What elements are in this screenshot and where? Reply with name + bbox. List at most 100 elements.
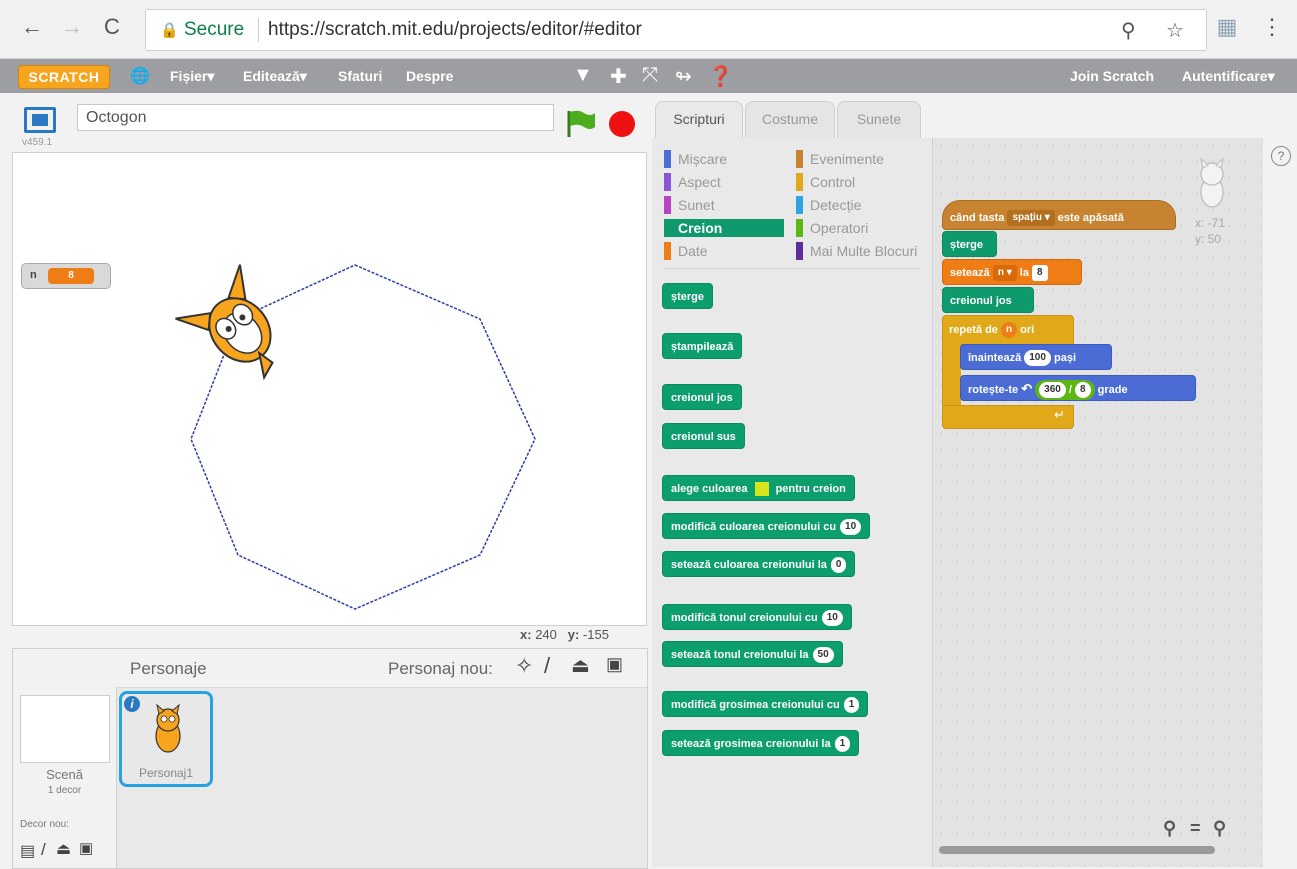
- move-pre-label: înaintează: [968, 352, 1022, 364]
- grow-icon[interactable]: ⤧: [642, 64, 658, 87]
- camera-sprite-icon[interactable]: ▣: [606, 654, 623, 675]
- paint-sprite-icon[interactable]: /: [544, 653, 550, 679]
- backdrop-brush-icon[interactable]: /: [41, 840, 46, 860]
- set-var-dropdown[interactable]: n ▾: [992, 265, 1017, 282]
- menu-file[interactable]: Fișier▾: [170, 68, 214, 85]
- stop-button[interactable]: [609, 111, 635, 137]
- mouse-coordinates: x: 240 y: -155: [520, 627, 609, 642]
- repeat-var-reporter[interactable]: n: [1000, 322, 1018, 339]
- menu-about[interactable]: Despre: [406, 68, 453, 84]
- menu-kebab-icon[interactable]: ⋮: [1258, 14, 1286, 40]
- scene-backdrop-count: 1 decor: [47, 785, 82, 796]
- help-question-icon[interactable]: ?: [1271, 146, 1291, 166]
- script-move-block[interactable]: înaintează 100 pași: [960, 344, 1112, 370]
- category-sound[interactable]: Sunet: [664, 196, 715, 214]
- script-pen-down-block[interactable]: creionul jos: [942, 287, 1034, 313]
- tab-costumes[interactable]: Costume: [745, 101, 835, 138]
- category-data[interactable]: Date: [664, 242, 708, 260]
- pen-block-pen-down[interactable]: creionul jos: [662, 384, 742, 410]
- pen-block-set-color[interactable]: alege culoarea pentru creion: [662, 475, 855, 501]
- pen-block-change-size[interactable]: modifică grosimea creionului cu 1: [662, 691, 869, 717]
- category-looks[interactable]: Aspect: [664, 173, 721, 191]
- menu-tips[interactable]: Sfaturi: [338, 68, 382, 84]
- hat-post-label: este apăsată: [1057, 212, 1124, 224]
- stage-thumbnail[interactable]: [20, 695, 110, 763]
- backdrop-paint-icon[interactable]: ▤: [20, 841, 35, 861]
- duplicate-stamp-icon[interactable]: ▼: [573, 64, 593, 87]
- join-scratch-link[interactable]: Join Scratch: [1070, 68, 1154, 84]
- address-bar[interactable]: 🔒 Secure https://scratch.mit.edu/project…: [145, 9, 1207, 51]
- backdrop-camera-icon[interactable]: ▣: [79, 839, 93, 857]
- set-var-input[interactable]: 8: [1032, 265, 1048, 282]
- hat-key-dropdown[interactable]: spațiu ▾: [1007, 210, 1055, 227]
- category-operators-label: Operatori: [810, 220, 869, 236]
- upload-sprite-icon[interactable]: ⏏: [571, 653, 590, 678]
- category-events[interactable]: Evenimente: [796, 150, 884, 168]
- set-size-input[interactable]: 1: [834, 736, 851, 753]
- tab-scripts[interactable]: Scripturi: [655, 101, 743, 138]
- reload-button[interactable]: C: [98, 14, 126, 40]
- presentation-mode-icon[interactable]: [24, 107, 56, 133]
- horizontal-scrollbar[interactable]: [939, 846, 1215, 854]
- green-flag-icon[interactable]: [564, 107, 598, 139]
- url-text[interactable]: https://scratch.mit.edu/projects/editor/…: [268, 19, 642, 41]
- set-shade-input[interactable]: 50: [812, 647, 834, 664]
- cut-icon[interactable]: ✚: [610, 64, 627, 89]
- script-clear-block[interactable]: șterge: [942, 231, 997, 257]
- script-repeat-block[interactable]: repetă de n ori ↵: [942, 315, 1074, 429]
- pen-block-change-color[interactable]: modifică culoarea creionului cu 10: [662, 513, 871, 539]
- help-icon[interactable]: ❓: [708, 64, 733, 89]
- category-pen[interactable]: Creion: [664, 219, 784, 237]
- script-set-var-block[interactable]: setează n ▾ la 8: [942, 259, 1082, 285]
- pen-block-change-shade[interactable]: modifică tonul creionului cu 10: [662, 604, 852, 630]
- backdrop-upload-icon[interactable]: ⏏: [56, 839, 71, 859]
- script-hat-when-key[interactable]: când tasta spațiu ▾ este apăsată: [942, 200, 1176, 230]
- pen-block-stamp[interactable]: ștampilează: [662, 333, 743, 359]
- login-link[interactable]: Autentificare▾: [1182, 68, 1275, 85]
- divide-left-input[interactable]: 360: [1039, 382, 1066, 399]
- shrink-icon[interactable]: ↬: [675, 64, 692, 89]
- menu-edit[interactable]: Editează▾: [243, 68, 307, 85]
- zoom-icon[interactable]: ⚲: [1121, 18, 1136, 43]
- pen-block-clear[interactable]: șterge: [662, 283, 714, 309]
- zoom-reset-icon[interactable]: =: [1190, 818, 1201, 839]
- category-motion[interactable]: Mișcare: [664, 150, 727, 168]
- tab-sounds[interactable]: Sunete: [837, 101, 921, 138]
- zoom-out-icon[interactable]: ⚲: [1163, 818, 1176, 839]
- info-icon[interactable]: i: [124, 696, 140, 712]
- pen-block-set-size[interactable]: setează grosimea creionului la 1: [662, 730, 860, 756]
- pen-block-pen-up[interactable]: creionul sus: [662, 423, 745, 449]
- script-turn-block[interactable]: rotește-te ↶ 360 / 8 grade: [960, 375, 1196, 401]
- sprite-library-icon[interactable]: ✧: [515, 653, 533, 679]
- category-motion-label: Mișcare: [678, 151, 728, 167]
- scripts-area[interactable]: x: -71 y: 50 când tasta spațiu ▾ este ap…: [933, 138, 1263, 867]
- move-steps-input[interactable]: 100: [1024, 350, 1051, 367]
- project-title-input[interactable]: Octogon: [77, 104, 554, 131]
- pen-block-set-color-to[interactable]: setează culoarea creionului la 0: [662, 551, 856, 577]
- bookmark-star-icon[interactable]: ☆: [1166, 18, 1184, 43]
- category-operators[interactable]: Operatori: [796, 219, 868, 237]
- pen-block-set-shade[interactable]: setează tonul creionului la 50: [662, 641, 843, 667]
- change-color-input[interactable]: 10: [840, 519, 862, 536]
- language-globe-icon[interactable]: 🌐: [130, 66, 150, 86]
- sprite-pane-header: Personaje Personaj nou: ✧ / ⏏ ▣: [116, 649, 647, 688]
- change-shade-input[interactable]: 10: [821, 610, 843, 627]
- category-more-blocks[interactable]: Mai Multe Blocuri: [796, 242, 917, 260]
- stage-canvas[interactable]: n 8: [12, 152, 647, 626]
- category-sensing[interactable]: Detecție: [796, 196, 861, 214]
- zoom-in-icon[interactable]: ⚲: [1213, 818, 1226, 839]
- color-swatch[interactable]: [754, 482, 769, 497]
- set-color-post: pentru creion: [775, 483, 846, 495]
- forward-button[interactable]: →: [58, 14, 86, 40]
- scratch-logo[interactable]: SCRATCH: [18, 65, 110, 89]
- extension-icon[interactable]: ▦: [1213, 14, 1241, 40]
- sprite-thumbnail[interactable]: i Personaj1: [119, 691, 213, 787]
- repeat-post-label: ori: [1020, 324, 1035, 336]
- repeat-loop-arrow-icon: ↵: [1054, 407, 1065, 422]
- divide-right-input[interactable]: 8: [1075, 382, 1091, 399]
- set-color-to-input[interactable]: 0: [830, 557, 847, 574]
- category-control[interactable]: Control: [796, 173, 855, 191]
- divide-operator-block[interactable]: 360 / 8: [1035, 380, 1095, 401]
- back-button[interactable]: ←: [18, 14, 46, 40]
- change-size-input[interactable]: 1: [843, 697, 860, 714]
